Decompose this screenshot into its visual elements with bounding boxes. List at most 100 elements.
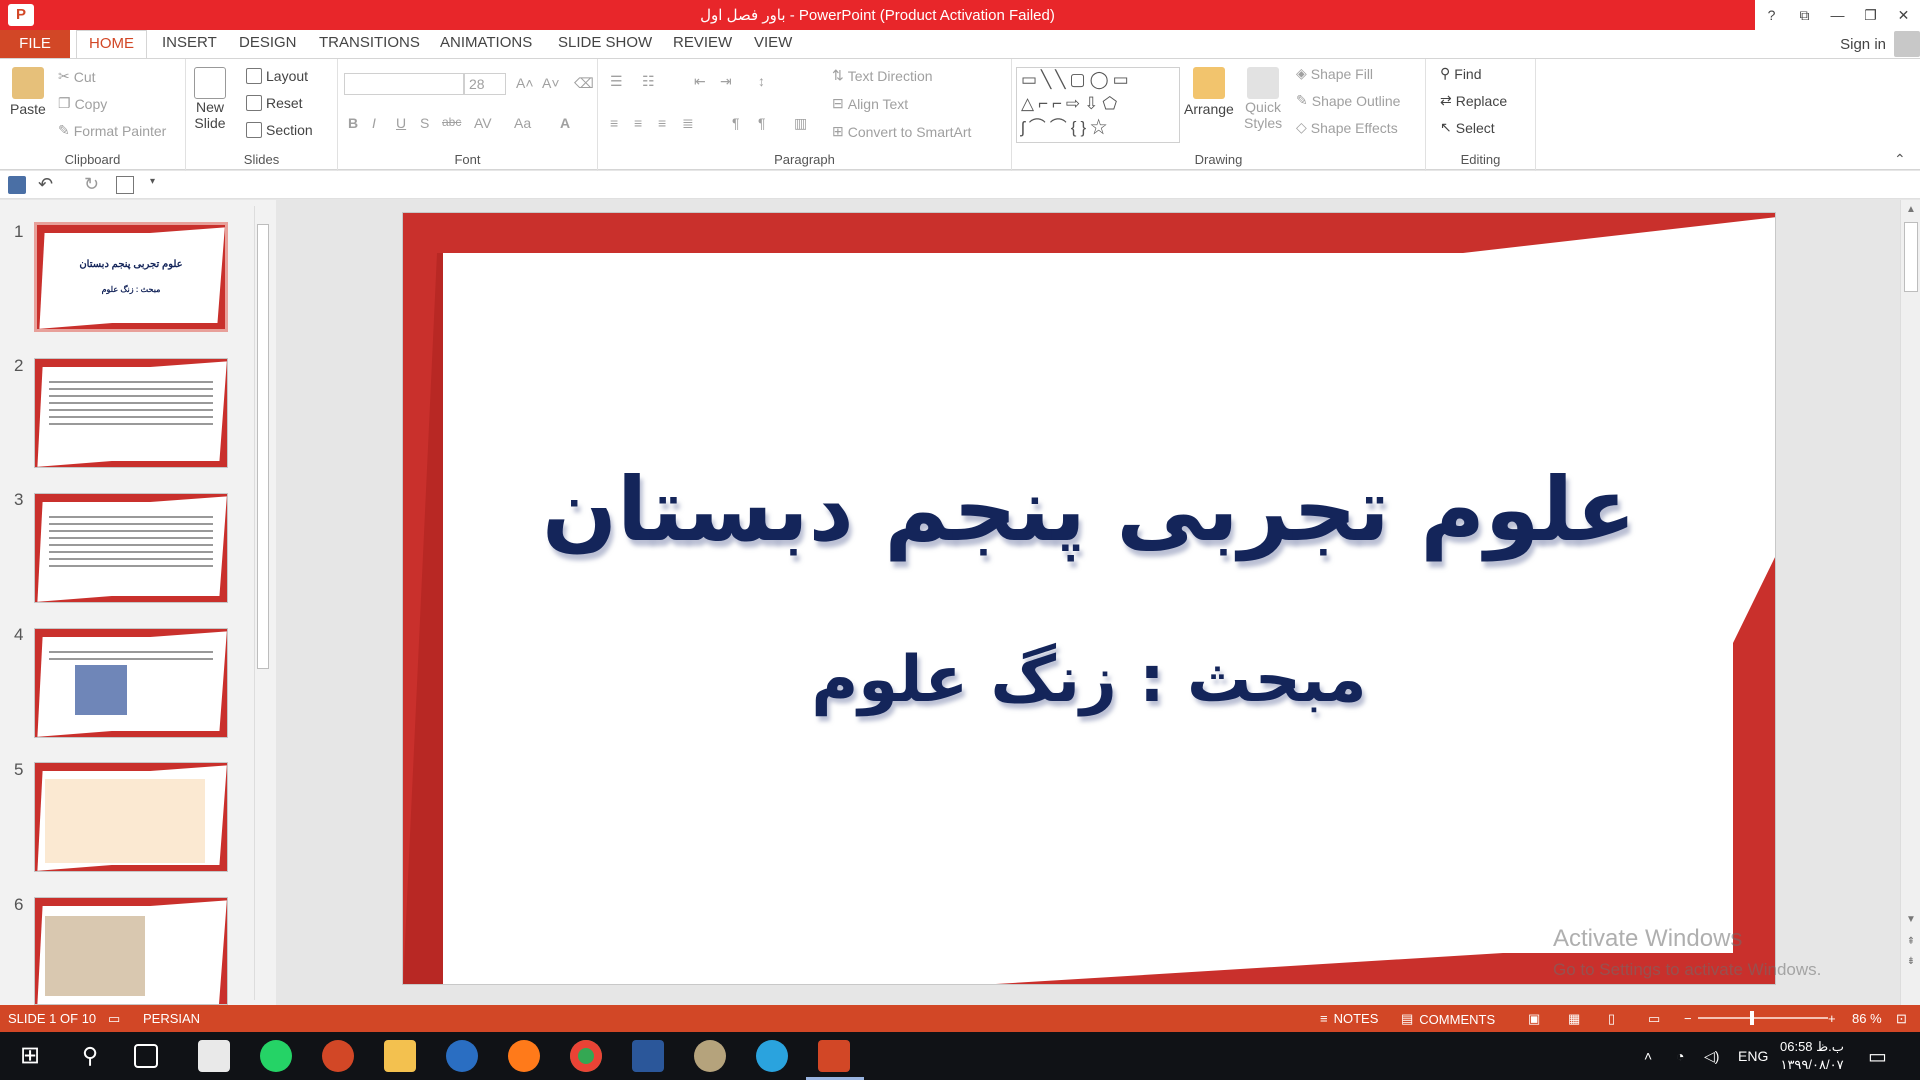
slide-thumbnail-5[interactable]	[34, 762, 228, 872]
file-explorer-icon[interactable]	[384, 1040, 416, 1072]
character-spacing-button[interactable]: AV	[474, 115, 492, 131]
avatar[interactable]	[1894, 31, 1920, 57]
restore-button[interactable]: ❐	[1854, 0, 1887, 30]
cut-button[interactable]: ✂ Cut	[58, 68, 96, 85]
slide-thumbnail-1[interactable]: علوم تجربی پنجم دبستان مبحث : زنگ علوم	[34, 222, 228, 332]
show-hidden-icons[interactable]: ˄	[1644, 1032, 1652, 1080]
calculator-icon[interactable]	[198, 1040, 230, 1072]
shape-fill-button[interactable]: ◈ Shape Fill	[1296, 65, 1373, 82]
slide-thumbnail-6[interactable]	[34, 897, 228, 1005]
rtl-icon[interactable]: ¶	[758, 115, 766, 131]
shapes-gallery[interactable]: ▭╲╲▢◯▭ △⌐⌐⇨⇩⬠ ʃ⌒⌒{}☆	[1016, 67, 1180, 143]
justify-icon[interactable]: ≣	[682, 115, 694, 132]
quick-styles-button[interactable]: Quick Styles	[1244, 67, 1282, 131]
volume-icon[interactable]: ◁)	[1704, 1032, 1719, 1080]
zoom-slider-thumb[interactable]	[1750, 1011, 1754, 1025]
shadow-button[interactable]: S	[420, 115, 429, 131]
slide-scroll-thumb[interactable]	[1904, 222, 1918, 292]
font-name-box[interactable]	[344, 73, 464, 95]
thumbnails-scroll-thumb[interactable]	[257, 224, 269, 669]
normal-view-icon[interactable]: ▣	[1528, 1011, 1540, 1027]
layout-button[interactable]: Layout	[246, 68, 308, 84]
line-spacing-icon[interactable]: ↕	[758, 73, 765, 89]
slide-thumbnail-2[interactable]	[34, 358, 228, 468]
columns-icon[interactable]: ▥	[794, 115, 807, 132]
tab-home[interactable]: HOME	[76, 30, 147, 59]
input-language[interactable]: ENG	[1738, 1032, 1768, 1080]
select-button[interactable]: ↖ Select	[1440, 119, 1495, 136]
slideshow-view-icon[interactable]: ▭	[1648, 1011, 1660, 1027]
slide-sorter-icon[interactable]: ▦	[1568, 1011, 1580, 1027]
reset-button[interactable]: Reset	[246, 95, 303, 111]
language-indicator[interactable]: PERSIAN	[143, 1011, 200, 1026]
reading-view-icon[interactable]: ▯	[1608, 1011, 1615, 1027]
search-icon[interactable]: ⚲	[74, 1040, 106, 1072]
underline-button[interactable]: U	[396, 115, 406, 131]
comments-button[interactable]: ▤ COMMENTS	[1401, 1011, 1495, 1027]
browser-icon[interactable]	[446, 1040, 478, 1072]
paint-icon[interactable]	[694, 1040, 726, 1072]
spell-check-icon[interactable]: ▭	[108, 1011, 120, 1027]
tab-review[interactable]: REVIEW	[673, 34, 732, 51]
convert-smartart-button[interactable]: ⊞ Convert to SmartArt	[832, 123, 971, 140]
sign-in-label[interactable]: Sign in	[1840, 36, 1886, 53]
text-direction-button[interactable]: ⇅ Text Direction	[832, 67, 933, 84]
tab-animations[interactable]: ANIMATIONS	[440, 34, 532, 51]
slide-title[interactable]: علوم تجربی پنجم دبستان	[403, 458, 1775, 561]
sign-in[interactable]: Sign in	[1840, 30, 1920, 58]
shape-effects-button[interactable]: ◇ Shape Effects	[1296, 119, 1398, 136]
find-button[interactable]: ⚲ Find	[1440, 65, 1482, 82]
minimize-button[interactable]: —	[1821, 0, 1854, 30]
align-left-icon[interactable]: ≡	[610, 115, 618, 131]
align-center-icon[interactable]: ≡	[634, 115, 642, 131]
tab-view[interactable]: VIEW	[754, 34, 792, 51]
word-icon[interactable]	[632, 1040, 664, 1072]
shape-outline-button[interactable]: ✎ Shape Outline	[1296, 92, 1400, 109]
zoom-out-icon[interactable]: −	[1684, 1011, 1692, 1026]
slide-scrollbar[interactable]: ▲ ▼ ⇞ ⇟	[1900, 200, 1920, 1005]
font-color-button[interactable]: A	[560, 115, 570, 131]
copy-button[interactable]: ❐ Copy	[58, 95, 107, 112]
zoom-level[interactable]: 86 %	[1852, 1011, 1882, 1026]
collapse-ribbon-icon[interactable]: ⌃	[1894, 151, 1906, 168]
change-case-button[interactable]: Aa	[514, 115, 531, 131]
thumbnails-scrollbar[interactable]	[254, 206, 270, 1000]
firefox-icon[interactable]	[508, 1040, 540, 1072]
align-text-button[interactable]: ⊟ Align Text	[832, 95, 908, 112]
italic-button[interactable]: I	[372, 115, 376, 131]
windows-start-icon[interactable]: ⊞	[14, 1040, 46, 1072]
font-size-box[interactable]: 28	[464, 73, 506, 95]
scroll-up-icon[interactable]: ▲	[1901, 204, 1920, 215]
tab-slide-show[interactable]: SLIDE SHOW	[558, 34, 652, 51]
align-right-icon[interactable]: ≡	[658, 115, 666, 131]
save-icon[interactable]	[8, 176, 26, 194]
tab-design[interactable]: DESIGN	[239, 34, 297, 51]
whatsapp-icon[interactable]	[260, 1040, 292, 1072]
bold-button[interactable]: B	[348, 115, 358, 131]
grow-font-icon[interactable]: A˄	[516, 75, 534, 91]
task-view-icon[interactable]	[134, 1044, 158, 1068]
clear-formatting-icon[interactable]: ⌫	[574, 75, 594, 92]
close-button[interactable]: ✕	[1887, 0, 1920, 30]
decrease-indent-icon[interactable]: ⇤	[694, 73, 706, 90]
chrome-icon[interactable]	[570, 1040, 602, 1072]
telegram-icon[interactable]	[756, 1040, 788, 1072]
slide-subtitle[interactable]: مبحث : زنگ علوم	[403, 643, 1775, 717]
bullets-icon[interactable]: ☰	[610, 73, 623, 90]
powerpoint-taskbar-icon[interactable]	[818, 1040, 850, 1072]
ltr-icon[interactable]: ¶	[732, 115, 740, 131]
numbering-icon[interactable]: ☷	[642, 73, 655, 90]
customize-qat-icon[interactable]: ▾	[150, 176, 168, 194]
tab-file[interactable]: FILE	[0, 30, 70, 58]
next-slide-icon[interactable]: ⇟	[1901, 956, 1920, 967]
undo-icon[interactable]: ↶	[38, 175, 56, 194]
current-slide[interactable]: علوم تجربی پنجم دبستان مبحث : زنگ علوم	[402, 212, 1776, 985]
new-slide-button[interactable]: New Slide	[194, 67, 226, 131]
notes-button[interactable]: ≡ NOTES	[1320, 1011, 1378, 1026]
increase-indent-icon[interactable]: ⇥	[720, 73, 732, 90]
wifi-icon[interactable]: ◔	[1676, 1032, 1684, 1080]
tab-insert[interactable]: INSERT	[162, 34, 217, 51]
shrink-font-icon[interactable]: A˅	[542, 75, 560, 91]
slide-thumbnail-3[interactable]	[34, 493, 228, 603]
zoom-in-icon[interactable]: +	[1828, 1011, 1836, 1026]
